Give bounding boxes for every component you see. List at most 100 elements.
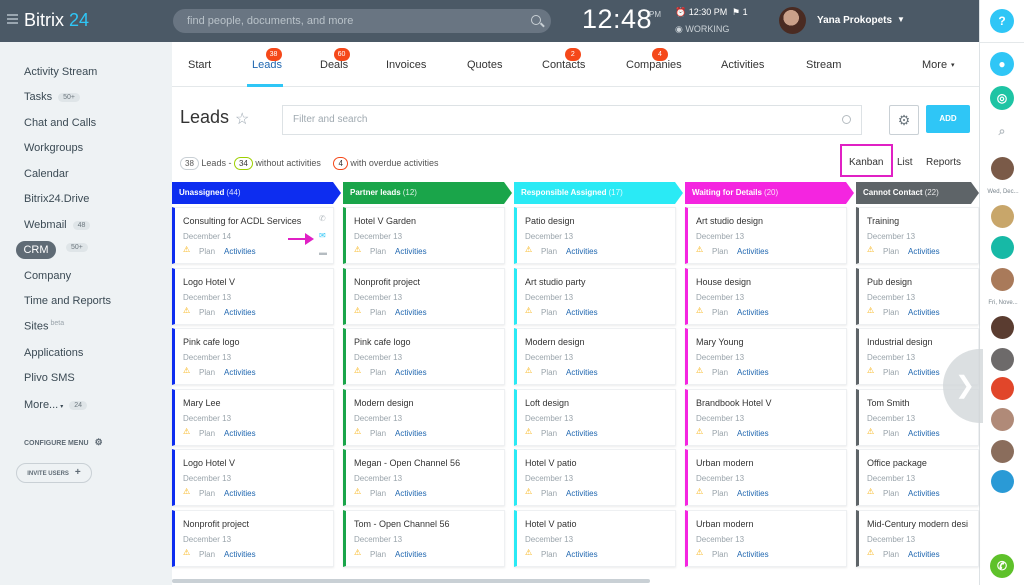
lead-card[interactable]: Brandbook Hotel V December 13 ⚠ Plan Activit… <box>685 388 847 446</box>
card-title[interactable]: House design <box>696 277 751 287</box>
menu-icon[interactable] <box>7 14 18 24</box>
chat-icon[interactable]: ◎ <box>990 86 1014 110</box>
tab-invoices[interactable]: Invoices <box>386 59 426 71</box>
card-title[interactable]: Megan - Open Channel 56 <box>354 458 460 468</box>
card-title[interactable]: Urban modern <box>696 458 754 468</box>
card-activities-link[interactable]: Activities <box>224 489 256 498</box>
card-activities-link[interactable]: Activities <box>395 308 427 317</box>
work-status[interactable]: ◉ WORKING <box>675 24 729 35</box>
card-title[interactable]: Modern design <box>354 398 414 408</box>
card-plan-label[interactable]: Plan <box>199 489 215 498</box>
contact-avatar[interactable] <box>991 316 1014 339</box>
card-title[interactable]: Nonprofit project <box>183 519 249 529</box>
card-plan-label[interactable]: Plan <box>370 429 386 438</box>
lead-card[interactable]: Logo Hotel V December 13 ⚠ Plan Activities <box>172 449 334 506</box>
card-title[interactable]: Pink cafe logo <box>354 337 411 347</box>
card-plan-label[interactable]: Plan <box>370 550 386 559</box>
card-title[interactable]: Art studio party <box>525 277 586 287</box>
card-plan-label[interactable]: Plan <box>883 308 899 317</box>
card-title[interactable]: Urban modern <box>696 519 754 529</box>
lead-card[interactable]: Modern design December 13 ⚠ Plan Activities <box>514 328 676 385</box>
card-plan-label[interactable]: Plan <box>541 429 557 438</box>
card-title[interactable]: Mary Young <box>696 337 744 347</box>
sidebar-item-applications[interactable]: Applications <box>24 347 83 359</box>
chat-icon[interactable]: ▬ <box>319 248 327 257</box>
card-title[interactable]: Tom Smith <box>867 398 910 408</box>
card-activities-link[interactable]: Activities <box>395 247 427 256</box>
alarm-time[interactable]: ⏰ 12:30 PM <box>675 7 727 18</box>
card-activities-link[interactable]: Activities <box>566 308 598 317</box>
card-title[interactable]: Modern design <box>525 337 585 347</box>
lead-card[interactable]: Pub design December 13 ⚠ Plan Activities <box>856 267 979 325</box>
card-plan-label[interactable]: Plan <box>199 429 215 438</box>
tab-contacts[interactable]: Contacts <box>542 59 585 71</box>
lead-card[interactable]: Nonprofit project December 13 ⚠ Plan Activit… <box>172 509 334 567</box>
card-title[interactable]: Consulting for ACDL Services <box>183 216 301 226</box>
search-icon[interactable] <box>842 115 851 124</box>
card-activities-link[interactable]: Activities <box>395 429 427 438</box>
card-activities-link[interactable]: Activities <box>224 368 256 377</box>
card-plan-label[interactable]: Plan <box>712 489 728 498</box>
card-plan-label[interactable]: Plan <box>541 489 557 498</box>
lead-card[interactable]: Urban modern December 13 ⚠ Plan Activities <box>685 509 847 567</box>
card-plan-label[interactable]: Plan <box>712 308 728 317</box>
lead-card[interactable]: Loft design December 13 ⚠ Plan Activities <box>514 388 676 446</box>
card-activities-link[interactable]: Activities <box>737 308 769 317</box>
card-activities-link[interactable]: Activities <box>566 550 598 559</box>
logo[interactable]: Bitrix 24 <box>24 10 89 31</box>
phone-icon[interactable]: ✆ <box>319 214 326 223</box>
card-title[interactable]: Nonprofit project <box>354 277 420 287</box>
invite-users-button[interactable]: INVITE USERS + <box>16 463 92 483</box>
star-icon[interactable]: ☆ <box>235 109 249 129</box>
filter-search-input[interactable]: Filter and search <box>282 105 862 135</box>
global-search-input[interactable]: find people, documents, and more <box>173 9 551 33</box>
sidebar-item-workgroups[interactable]: Workgroups <box>24 142 83 154</box>
card-title[interactable]: Industrial design <box>867 337 933 347</box>
card-title[interactable]: Tom - Open Channel 56 <box>354 519 450 529</box>
card-activities-link[interactable]: Activities <box>908 489 940 498</box>
chevron-down-icon[interactable]: ▼ <box>897 15 905 24</box>
mail-icon[interactable]: ✉ <box>319 231 326 240</box>
lead-card[interactable]: Hotel V patio December 13 ⚠ Plan Activities <box>514 449 676 506</box>
view-list[interactable]: List <box>897 157 913 168</box>
lead-card[interactable]: Patio design December 13 ⚠ Plan Activities <box>514 207 676 264</box>
card-title[interactable]: Patio design <box>525 216 575 226</box>
card-title[interactable]: Pink cafe logo <box>183 337 240 347</box>
sidebar-item-plivo-sms[interactable]: Plivo SMS <box>24 372 75 384</box>
card-plan-label[interactable]: Plan <box>883 247 899 256</box>
card-plan-label[interactable]: Plan <box>541 247 557 256</box>
card-plan-label[interactable]: Plan <box>883 550 899 559</box>
search-icon[interactable]: ⌕ <box>990 119 1014 143</box>
help-icon[interactable]: ? <box>990 9 1014 33</box>
tab-more[interactable]: More <box>922 59 947 71</box>
contact-avatar[interactable] <box>991 268 1014 291</box>
card-activities-link[interactable]: Activities <box>737 247 769 256</box>
card-activities-link[interactable]: Activities <box>395 489 427 498</box>
lead-card[interactable]: Nonprofit project December 13 ⚠ Plan Activit… <box>343 267 505 325</box>
card-activities-link[interactable]: Activities <box>224 550 256 559</box>
lead-card[interactable]: Art studio design December 13 ⚠ Plan Activit… <box>685 207 847 264</box>
sidebar-item-calendar[interactable]: Calendar <box>24 168 69 180</box>
lead-card[interactable]: Hotel V Garden December 13 ⚠ Plan Activities <box>343 207 505 264</box>
column-header[interactable]: Waiting for Details (20) <box>685 182 854 204</box>
card-activities-link[interactable]: Activities <box>908 429 940 438</box>
card-activities-link[interactable]: Activities <box>566 429 598 438</box>
tab-stream[interactable]: Stream <box>806 59 841 71</box>
card-activities-link[interactable]: Activities <box>908 550 940 559</box>
tab-quotes[interactable]: Quotes <box>467 59 502 71</box>
announcement-icon[interactable] <box>991 470 1014 493</box>
lead-card[interactable]: Urban modern December 13 ⚠ Plan Activities <box>685 449 847 506</box>
card-title[interactable]: Brandbook Hotel V <box>696 398 772 408</box>
card-title[interactable]: Logo Hotel V <box>183 458 235 468</box>
lead-card[interactable]: Mary Lee December 13 ⚠ Plan Activities <box>172 388 334 446</box>
card-plan-label[interactable]: Plan <box>712 550 728 559</box>
card-title[interactable]: Office package <box>867 458 927 468</box>
overdue-count[interactable]: 4 <box>333 157 348 170</box>
card-plan-label[interactable]: Plan <box>370 368 386 377</box>
card-plan-label[interactable]: Plan <box>370 489 386 498</box>
card-activities-link[interactable]: Activities <box>737 489 769 498</box>
card-plan-label[interactable]: Plan <box>541 368 557 377</box>
card-plan-label[interactable]: Plan <box>712 247 728 256</box>
card-plan-label[interactable]: Plan <box>370 247 386 256</box>
card-title[interactable]: Logo Hotel V <box>183 277 235 287</box>
